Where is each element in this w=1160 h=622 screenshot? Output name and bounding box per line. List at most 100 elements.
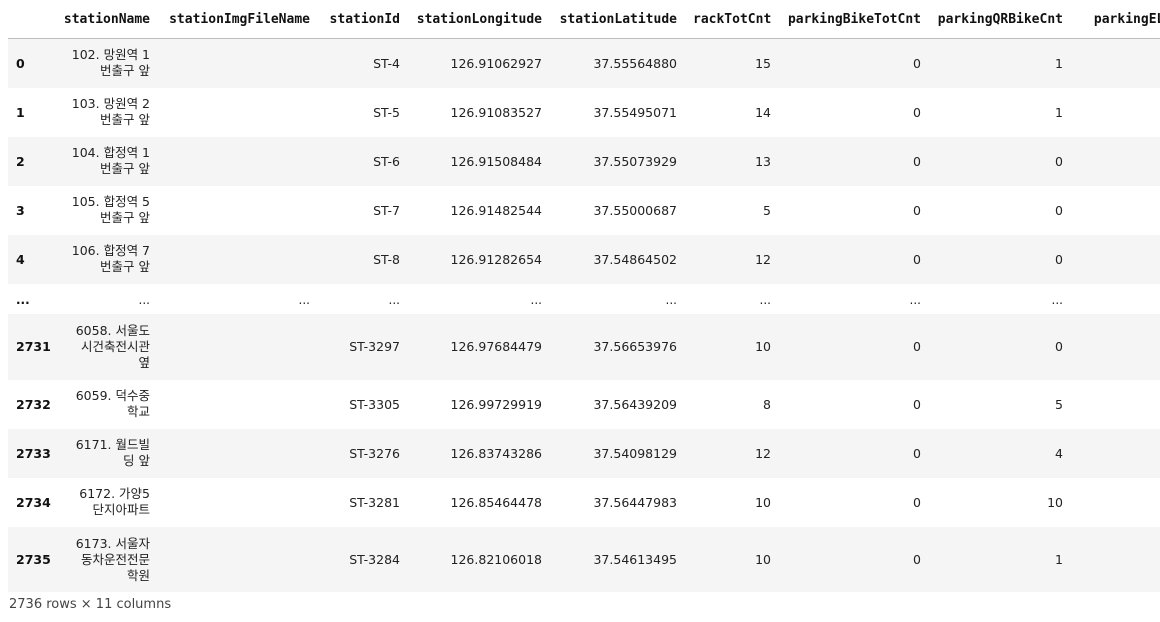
row-index: 0 (16, 55, 25, 71)
column-header-parkingBikeTotCnt: parkingBikeTotCnt (779, 0, 929, 39)
station-name-line: 시건축전시관 (80, 338, 150, 354)
cell-stationId: ST-4 (373, 55, 400, 71)
cell-stationName: 6173. 서울자 동차운전전문 학원 (55, 527, 158, 593)
cell-stationImgFileName: ... (298, 292, 310, 307)
cell-stationId: ST-3305 (349, 396, 400, 412)
cell-stationImgFileName (158, 380, 318, 429)
cell-parkingELEC (1071, 235, 1160, 284)
station-name-line: 6172. 가양5 (79, 486, 150, 501)
cell-stationName: 6172. 가양5 단지아파트 (55, 478, 158, 527)
cell-parkingQRBikeCnt: 4 (1055, 445, 1063, 461)
station-name-line: 딩 앞 (123, 453, 150, 468)
cell-stationImgFileName (158, 39, 318, 88)
cell-stationId: ST-3297 (349, 339, 400, 354)
cell-parkingBikeTotCnt: 0 (913, 494, 921, 510)
cell-rackTotCnt: 10 (755, 494, 771, 510)
cell-stationId: ... (388, 292, 400, 307)
column-header-stationLatitude: stationLatitude (550, 0, 685, 39)
station-name-line: 6173. 서울자 (75, 535, 150, 551)
cell-parkingBikeTotCnt: 0 (913, 445, 921, 461)
table-row: 2733 6171. 월드빌 딩 앞 ST-3276 126.83743286 37.54… (8, 428, 1160, 478)
cell-parkingBikeTotCnt: 0 (913, 396, 921, 412)
cell-rackTotCnt: 14 (755, 104, 771, 120)
row-index: 2731 (16, 339, 51, 354)
cell-stationLongitude: ... (530, 292, 542, 307)
row-index: 3 (16, 202, 25, 218)
cell-stationImgFileName (158, 314, 318, 380)
cell-stationLatitude: 37.54864502 (593, 251, 677, 267)
cell-stationName: ... (55, 284, 158, 314)
station-name-line: 번출구 앞 (100, 161, 150, 176)
row-index: 4 (16, 251, 25, 267)
table-row: 2 104. 합정역 1 번출구 앞 ST-6 126.91508484 37.55073… (8, 136, 1160, 186)
station-name-line: 105. 합정역 5 (71, 194, 150, 209)
station-name-line: 번출구 앞 (100, 259, 150, 274)
table-row: 3 105. 합정역 5 번출구 앞 ST-7 126.91482544 37.55000… (8, 185, 1160, 235)
cell-stationName: 6058. 서울도 시건축전시관 옆 (55, 314, 158, 380)
column-header-stationName: stationName (55, 0, 158, 39)
cell-parkingELEC (1071, 284, 1160, 314)
ellipsis-row: ........................... (8, 283, 1160, 314)
dataframe-shape-text: 2736 rows × 11 columns (9, 597, 172, 612)
cell-parkingQRBikeCnt: 5 (1055, 396, 1063, 412)
cell-stationName: 6059. 덕수중 학교 (55, 380, 158, 429)
cell-rackTotCnt: 12 (755, 251, 771, 267)
row-index: ... (16, 292, 30, 307)
station-name-line: 102. 망원역 1 (71, 47, 150, 63)
cell-parkingQRBikeCnt: 0 (1055, 251, 1063, 267)
cell-stationLongitude: 126.91482544 (450, 202, 542, 218)
station-name-line: 번출구 앞 (100, 112, 150, 127)
table-row: 2734 6172. 가양5 단지아파트 ST-3281 126.85464478 37.… (8, 477, 1160, 527)
cell-stationImgFileName (158, 429, 318, 478)
cell-parkingQRBikeCnt: 10 (1047, 494, 1063, 510)
dataframe-table: stationName stationImgFileName stationId… (8, 0, 1160, 592)
cell-parkingELEC (1071, 137, 1160, 186)
cell-stationId: ST-3284 (349, 552, 400, 567)
cell-parkingBikeTotCnt: 0 (913, 202, 921, 218)
cell-parkingBikeTotCnt: ... (909, 292, 921, 307)
station-name-line: ... (138, 292, 150, 307)
cell-parkingBikeTotCnt: 0 (913, 104, 921, 120)
cell-parkingQRBikeCnt: 0 (1055, 339, 1063, 354)
cell-stationImgFileName (158, 137, 318, 186)
cell-stationId: ST-3281 (349, 494, 400, 510)
cell-stationLatitude: 37.54613495 (593, 552, 677, 567)
station-name-line: 학교 (126, 404, 150, 419)
column-header-stationId: stationId (318, 0, 408, 39)
cell-parkingELEC (1071, 314, 1160, 380)
cell-stationImgFileName (158, 88, 318, 137)
table-row: 2732 6059. 덕수중 학교 ST-3305 126.99729919 37.564… (8, 379, 1160, 429)
cell-parkingBikeTotCnt: 0 (913, 552, 921, 567)
cell-parkingELEC (1071, 478, 1160, 527)
cell-stationLongitude: 126.91282654 (450, 251, 542, 267)
cell-rackTotCnt: 10 (755, 552, 771, 567)
cell-stationLongitude: 126.99729919 (450, 396, 542, 412)
table-row: 1 103. 망원역 2 번출구 앞 ST-5 126.91083527 37.55495… (8, 87, 1160, 137)
cell-rackTotCnt: 13 (755, 153, 771, 169)
cell-parkingELEC (1071, 39, 1160, 88)
table-row: 4 106. 합정역 7 번출구 앞 ST-8 126.91282654 37.54864… (8, 234, 1160, 284)
column-header-rackTotCnt: rackTotCnt (685, 0, 779, 39)
table-row: 2735 6173. 서울자 동차운전전문 학원 ST-3284 126.82106018… (8, 526, 1160, 593)
cell-stationLongitude: 126.83743286 (450, 445, 542, 461)
cell-rackTotCnt: 10 (755, 339, 771, 354)
cell-parkingELEC (1071, 380, 1160, 429)
column-header-stationImgFileName: stationImgFileName (158, 0, 318, 39)
cell-stationName: 104. 합정역 1 번출구 앞 (55, 137, 158, 186)
cell-stationId: ST-8 (373, 251, 400, 267)
cell-parkingELEC (1071, 186, 1160, 235)
cell-stationImgFileName (158, 235, 318, 284)
cell-stationName: 102. 망원역 1 번출구 앞 (55, 39, 158, 88)
cell-parkingQRBikeCnt: ... (1051, 292, 1063, 307)
station-name-line: 6171. 월드빌 (75, 437, 150, 452)
cell-parkingELEC (1071, 527, 1160, 593)
row-index: 2 (16, 153, 25, 169)
cell-stationName: 103. 망원역 2 번출구 앞 (55, 88, 158, 137)
cell-stationId: ST-3276 (349, 445, 400, 461)
cell-stationLatitude: 37.55564880 (593, 55, 677, 71)
cell-parkingELEC (1071, 88, 1160, 137)
station-name-line: 옆 (138, 354, 150, 370)
station-name-line: 학원 (126, 567, 150, 583)
cell-stationName: 105. 합정역 5 번출구 앞 (55, 186, 158, 235)
column-header-parkingQRBikeCnt: parkingQRBikeCnt (929, 0, 1071, 39)
